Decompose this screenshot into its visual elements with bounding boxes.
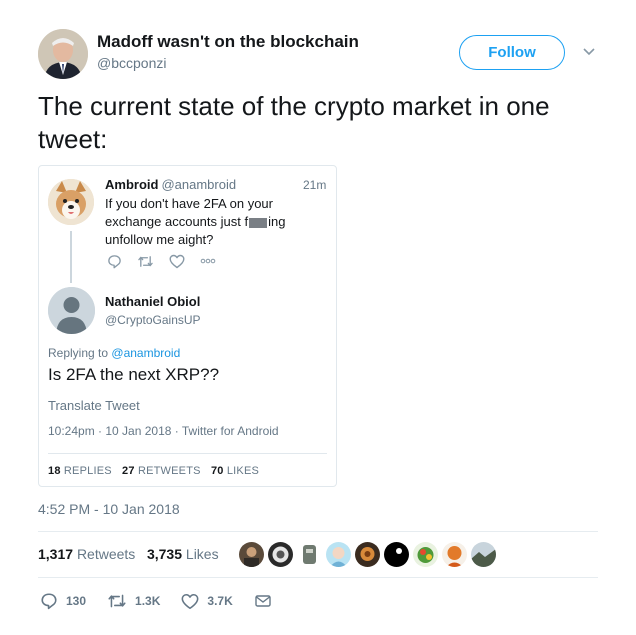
reply-retweets-label[interactable]: RETWEETS — [138, 465, 201, 477]
likes-label[interactable]: Likes — [186, 546, 219, 562]
quoted-text-part1: If you don't have 2FA on your exchange a… — [105, 196, 273, 229]
retweets-count[interactable]: 1,317 — [38, 546, 73, 562]
retweet-count: 1.3K — [135, 594, 161, 608]
reply-replies-label[interactable]: REPLIES — [64, 465, 112, 477]
reply-icon[interactable] — [106, 253, 123, 270]
reply-button[interactable]: 130 — [40, 592, 86, 610]
like-button[interactable]: 3.7K — [181, 593, 233, 610]
quoted-author-handle[interactable]: @anambroid — [161, 177, 236, 192]
redaction-block — [249, 217, 268, 228]
reply-author-avatar[interactable] — [48, 287, 95, 334]
reply-retweets-count[interactable]: 27 — [122, 465, 135, 477]
likes-count[interactable]: 3,735 — [147, 546, 182, 562]
replying-to-link[interactable]: @anambroid — [111, 346, 180, 360]
quoted-actions — [106, 252, 216, 270]
reply-author-handle[interactable]: @CryptoGainsUP — [105, 313, 201, 327]
reply-text: Is 2FA the next XRP?? — [48, 365, 220, 384]
quoted-time[interactable]: 21m — [303, 178, 326, 192]
reply-likes-label[interactable]: LIKES — [227, 465, 259, 477]
divider — [38, 577, 598, 578]
retweets-label[interactable]: Retweets — [77, 546, 135, 562]
liker-avatar[interactable] — [268, 542, 293, 567]
replying-to: Replying to @anambroid — [48, 346, 180, 360]
retweet-icon[interactable] — [137, 253, 154, 270]
author-handle[interactable]: @bccponzi — [97, 55, 166, 71]
reply-meta[interactable]: 10:24pm · 10 Jan 2018 · Twitter for Andr… — [48, 424, 279, 438]
retweet-icon — [108, 594, 126, 608]
quoted-author-avatar[interactable] — [48, 179, 94, 225]
liker-avatar[interactable] — [355, 542, 380, 567]
thread-line — [70, 231, 72, 283]
reply-author-name[interactable]: Nathaniel Obiol — [105, 294, 200, 309]
liker-avatar[interactable] — [413, 542, 438, 567]
quoted-author-name[interactable]: Ambroid — [105, 177, 158, 192]
liker-avatar[interactable] — [326, 542, 351, 567]
quoted-author[interactable]: Ambroid @anambroid — [105, 177, 236, 192]
liker-avatar[interactable] — [297, 542, 322, 567]
dm-icon — [255, 595, 271, 607]
reply-likes-count[interactable]: 70 — [211, 465, 224, 477]
reply-icon — [41, 593, 57, 610]
direct-message-button[interactable] — [254, 593, 280, 609]
author-name[interactable]: Madoff wasn't on the blockchain — [97, 32, 359, 52]
reply-replies-count[interactable]: 18 — [48, 465, 61, 477]
follow-button[interactable]: Follow — [459, 35, 565, 70]
translate-tweet-link[interactable]: Translate Tweet — [48, 398, 140, 413]
heart-icon[interactable] — [168, 253, 185, 270]
reply-count: 130 — [66, 594, 87, 608]
replying-prefix: Replying to — [48, 346, 109, 360]
more-icon[interactable] — [199, 253, 216, 270]
card-divider — [48, 453, 327, 454]
heart-icon — [181, 593, 199, 609]
likers-avatars — [239, 542, 496, 568]
chevron-down-icon[interactable] — [581, 43, 597, 59]
liker-avatar[interactable] — [239, 542, 264, 567]
tweet-text: The current state of the crypto market i… — [38, 91, 550, 154]
liker-avatar[interactable] — [384, 542, 409, 567]
liker-avatar[interactable] — [471, 542, 496, 567]
like-count: 3.7K — [207, 594, 233, 608]
tweet-timestamp[interactable]: 4:52 PM - 10 Jan 2018 — [38, 501, 180, 517]
divider — [38, 531, 598, 532]
quoted-text: If you don't have 2FA on your exchange a… — [105, 195, 325, 249]
tweet-actions: 130 1.3K 3.7K — [40, 591, 301, 611]
retweet-button[interactable]: 1.3K — [107, 592, 160, 610]
tweet-stats: 1,317 Retweets 3,735 Likes — [38, 546, 219, 562]
liker-avatar[interactable] — [442, 542, 467, 567]
reply-stats: 18 REPLIES 27 RETWEETS 70 LIKES — [48, 465, 259, 477]
author-avatar[interactable] — [38, 29, 88, 79]
